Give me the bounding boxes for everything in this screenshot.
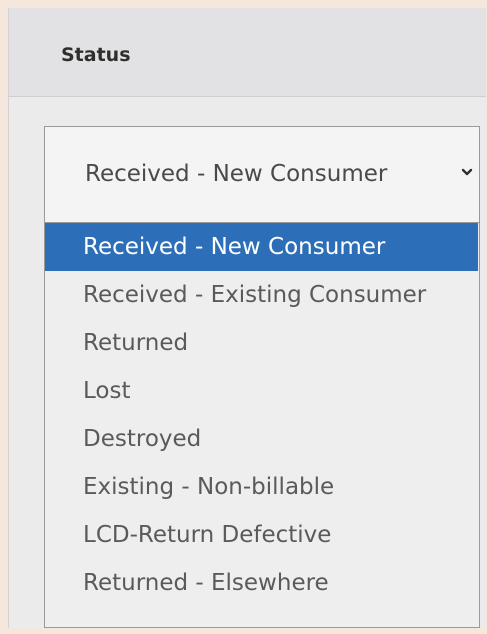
status-option-received-new-consumer[interactable]: Received - New Consumer	[45, 223, 478, 271]
status-option-lost[interactable]: Lost	[45, 367, 478, 415]
status-option-received-existing-consumer[interactable]: Received - Existing Consumer	[45, 271, 478, 319]
status-select-value: Received - New Consumer	[85, 161, 388, 187]
status-select[interactable]: Received - New Consumer	[44, 126, 480, 223]
status-option-list: Received - New Consumer Received - Exist…	[44, 223, 480, 628]
status-label: Status	[61, 44, 131, 66]
status-option-existing-non-billable[interactable]: Existing - Non-billable	[45, 463, 478, 511]
status-option-returned[interactable]: Returned	[45, 319, 478, 367]
status-option-returned-elsewhere[interactable]: Returned - Elsewhere	[45, 559, 478, 607]
form-header: Status	[9, 8, 486, 97]
status-option-destroyed[interactable]: Destroyed	[45, 415, 478, 463]
status-option-lcd-return-defective[interactable]: LCD-Return Defective	[45, 511, 478, 559]
chevron-down-icon[interactable]	[460, 165, 474, 179]
form-panel: Status Received - New Consumer Received …	[8, 8, 486, 628]
